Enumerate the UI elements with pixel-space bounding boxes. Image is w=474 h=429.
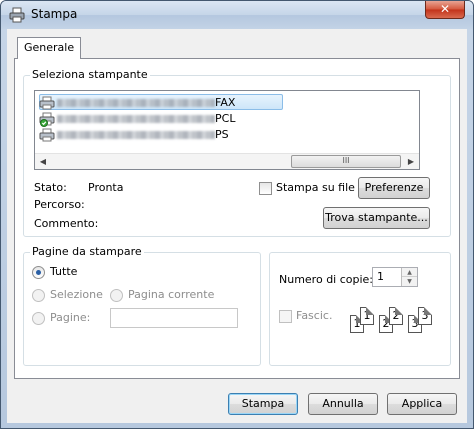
selection-label[interactable]: Selezione xyxy=(50,288,103,301)
collate-preview-icon: 1 1 2 2 3 3 xyxy=(350,303,450,343)
dialog-client: Generale Seleziona stampante FAX PCL PS … xyxy=(7,29,467,423)
printer-icon xyxy=(9,7,25,23)
printer-icon xyxy=(39,128,55,142)
copies-input[interactable]: 1 ▲ ▼ xyxy=(372,267,418,287)
horizontal-scrollbar[interactable]: ◀ III ▶ xyxy=(35,153,419,169)
comment-label: Commento: xyxy=(34,217,99,230)
printer-group-label: Seleziona stampante xyxy=(30,68,150,81)
printer-suffix: FAX xyxy=(215,96,236,109)
all-pages-label[interactable]: Tutte xyxy=(50,265,77,278)
page-range-label: Pagine da stampare xyxy=(30,245,144,258)
printer-name-redacted xyxy=(57,115,215,123)
collate-page: 2 xyxy=(389,307,403,325)
status-value: Pronta xyxy=(88,181,124,194)
window-title: Stampa xyxy=(31,7,78,21)
page-range-group: Pagine da stampare Tutte Selezione Pagin… xyxy=(23,245,261,366)
print-to-file-checkbox[interactable] xyxy=(259,182,272,195)
printer-suffix: PCL xyxy=(215,112,236,125)
printer-item-pcl[interactable]: PCL xyxy=(39,111,289,127)
selection-radio[interactable] xyxy=(32,289,45,302)
preferences-button[interactable]: Preferenze xyxy=(358,177,430,199)
pages-radio[interactable] xyxy=(32,312,45,325)
pages-input[interactable] xyxy=(110,308,238,328)
print-dialog: Stampa ✕ Generale Seleziona stampante FA… xyxy=(0,0,474,429)
pages-label[interactable]: Pagine: xyxy=(50,311,90,324)
printer-group: Seleziona stampante FAX PCL PS ◀ III ▶ S… xyxy=(23,68,451,237)
copies-group: Numero di copie: 1 ▲ ▼ Fascic. 1 1 2 2 3 xyxy=(269,252,451,366)
current-page-radio[interactable] xyxy=(110,289,123,302)
printer-name-redacted xyxy=(57,131,215,139)
scrollbar-thumb[interactable]: III xyxy=(291,155,401,168)
print-to-file-label[interactable]: Stampa su file xyxy=(276,181,355,194)
printer-fax-icon xyxy=(39,96,55,110)
printer-name-redacted xyxy=(57,99,215,107)
collate-label[interactable]: Fascic. xyxy=(296,309,332,322)
collate-checkbox[interactable] xyxy=(279,310,292,323)
tab-general[interactable]: Generale xyxy=(17,37,82,59)
printer-item-fax[interactable]: FAX xyxy=(39,94,289,111)
collate-page: 1 xyxy=(360,307,374,325)
copies-label: Numero di copie: xyxy=(279,273,374,286)
printer-default-icon xyxy=(39,112,55,127)
find-printer-button[interactable]: Trova stampante... xyxy=(323,207,430,229)
tab-panel-general: Seleziona stampante FAX PCL PS ◀ III ▶ S… xyxy=(14,58,460,379)
scroll-right-icon[interactable]: ▶ xyxy=(403,154,419,169)
current-page-label[interactable]: Pagina corrente xyxy=(128,288,214,301)
all-pages-radio[interactable] xyxy=(32,266,45,279)
printer-suffix: PS xyxy=(215,128,229,141)
status-label: Stato: xyxy=(34,181,67,194)
print-button[interactable]: Stampa xyxy=(228,393,298,415)
scroll-left-icon[interactable]: ◀ xyxy=(35,154,51,169)
location-label: Percorso: xyxy=(34,198,85,211)
printer-item-ps[interactable]: PS xyxy=(39,127,289,143)
cancel-button[interactable]: Annulla xyxy=(308,393,378,415)
printer-list[interactable]: FAX PCL PS ◀ III ▶ xyxy=(34,90,420,170)
spin-down-icon[interactable]: ▼ xyxy=(402,277,417,286)
title-bar[interactable]: Stampa ✕ xyxy=(1,1,473,29)
apply-button[interactable]: Applica xyxy=(387,393,457,415)
close-button[interactable]: ✕ xyxy=(425,1,465,19)
spin-up-icon[interactable]: ▲ xyxy=(402,268,417,277)
collate-page: 3 xyxy=(418,307,432,325)
copies-spinner[interactable]: ▲ ▼ xyxy=(401,268,417,286)
copies-value: 1 xyxy=(377,270,384,283)
